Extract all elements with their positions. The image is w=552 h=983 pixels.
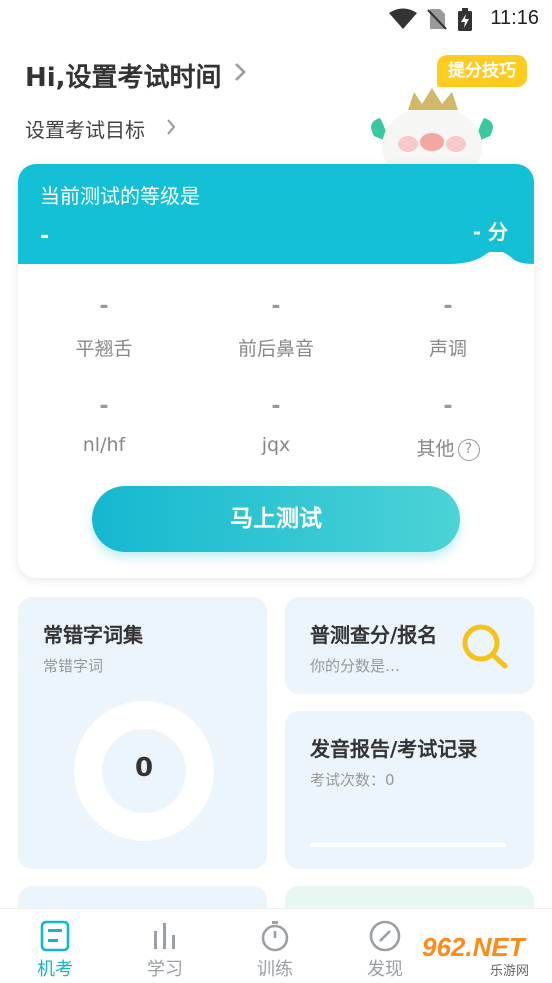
app-screen: 11:16 Hi,设置考试时间 设置考试目标 提分技巧 当前测试的等级是 - -… [0,0,552,983]
watermark-logo: 962.NET 乐游网 [418,930,548,980]
status-bar: 11:16 [0,0,552,38]
score-item-label: 其他? [362,434,534,461]
level-score-value: - [472,220,482,244]
search-icon [462,624,508,669]
score-item-value: - [443,294,453,319]
score-item-pingqiaoshe: - 平翘舌 [18,294,190,361]
exam-goal-link[interactable]: 设置考试目标 [25,114,145,143]
level-title: 当前测试的等级是 [40,184,200,208]
no-sim-icon [427,9,447,30]
help-icon[interactable]: ? [457,439,480,461]
score-item-value: - [443,394,453,419]
score-query-subtitle: 你的分数是… [310,657,401,675]
tab-training[interactable]: 训练 [220,909,330,983]
clock-time: 11:16 [490,7,539,29]
score-item-nlhf: - nl/hf [18,394,190,456]
mistakes-subtitle: 常错字词 [43,657,104,675]
mistakes-tile[interactable]: 常错字词集 常错字词 0 [18,597,267,869]
score-item-label: 平翘舌 [75,338,133,360]
score-query-title: 普测查分/报名 [310,623,438,647]
mascot-icon [371,88,493,166]
score-item-value: - [99,394,109,419]
exam-time-link[interactable]: Hi,设置考试时间 [25,57,222,94]
tab-label: 训练 [257,959,293,980]
wifi-icon [389,8,417,29]
score-item-label: 前后鼻音 [237,338,314,360]
tab-label: 学习 [147,959,183,980]
watermark-caption: 乐游网 [490,964,530,979]
score-item-label: jqx [261,434,291,456]
battery-charging-icon [458,8,472,31]
wave-divider [18,252,534,292]
chevron-right-icon[interactable] [233,61,247,83]
tab-study[interactable]: 学习 [110,909,220,983]
report-title: 发音报告/考试记录 [310,737,478,761]
score-item-value: - [271,394,281,419]
exam-icon [40,920,70,952]
bars-icon [154,923,175,949]
level-value: - [40,224,50,249]
level-score-unit: 分 [488,220,508,244]
tab-exam[interactable]: 机考 [0,909,110,983]
mistakes-count: 0 [134,753,154,783]
report-tile[interactable]: 发音报告/考试记录 考试次数：0 [285,711,534,869]
score-item-label-text: 其他 [416,438,455,460]
score-item-value: - [99,294,109,319]
level-card: 当前测试的等级是 - - 分 - 平翘舌 - 前后鼻音 - 声调 - nl/hf… [18,164,534,578]
report-progress-track [310,843,506,847]
mistakes-title: 常错字词集 [43,623,143,647]
tab-label: 机考 [37,959,73,980]
score-query-tile[interactable]: 普测查分/报名 你的分数是… [285,597,534,694]
chevron-right-icon[interactable] [165,118,177,136]
watermark-brand: 962.NET [422,932,525,962]
score-item-shengdiao: - 声调 [362,294,534,361]
level-score: - 分 [473,216,508,245]
compass-icon [369,920,401,952]
score-tips-badge[interactable]: 提分技巧 [437,55,527,87]
score-item-label: nl/hf [82,434,126,456]
start-test-button[interactable]: 马上测试 [92,486,460,552]
score-item-label: 声调 [428,338,467,360]
score-item-value: - [271,294,281,319]
score-item-other: - 其他? [362,394,534,461]
score-item-biyin: - 前后鼻音 [190,294,362,361]
report-subtitle: 考试次数：0 [310,771,395,789]
score-item-jqx: - jqx [190,394,362,456]
stopwatch-icon [261,921,289,952]
